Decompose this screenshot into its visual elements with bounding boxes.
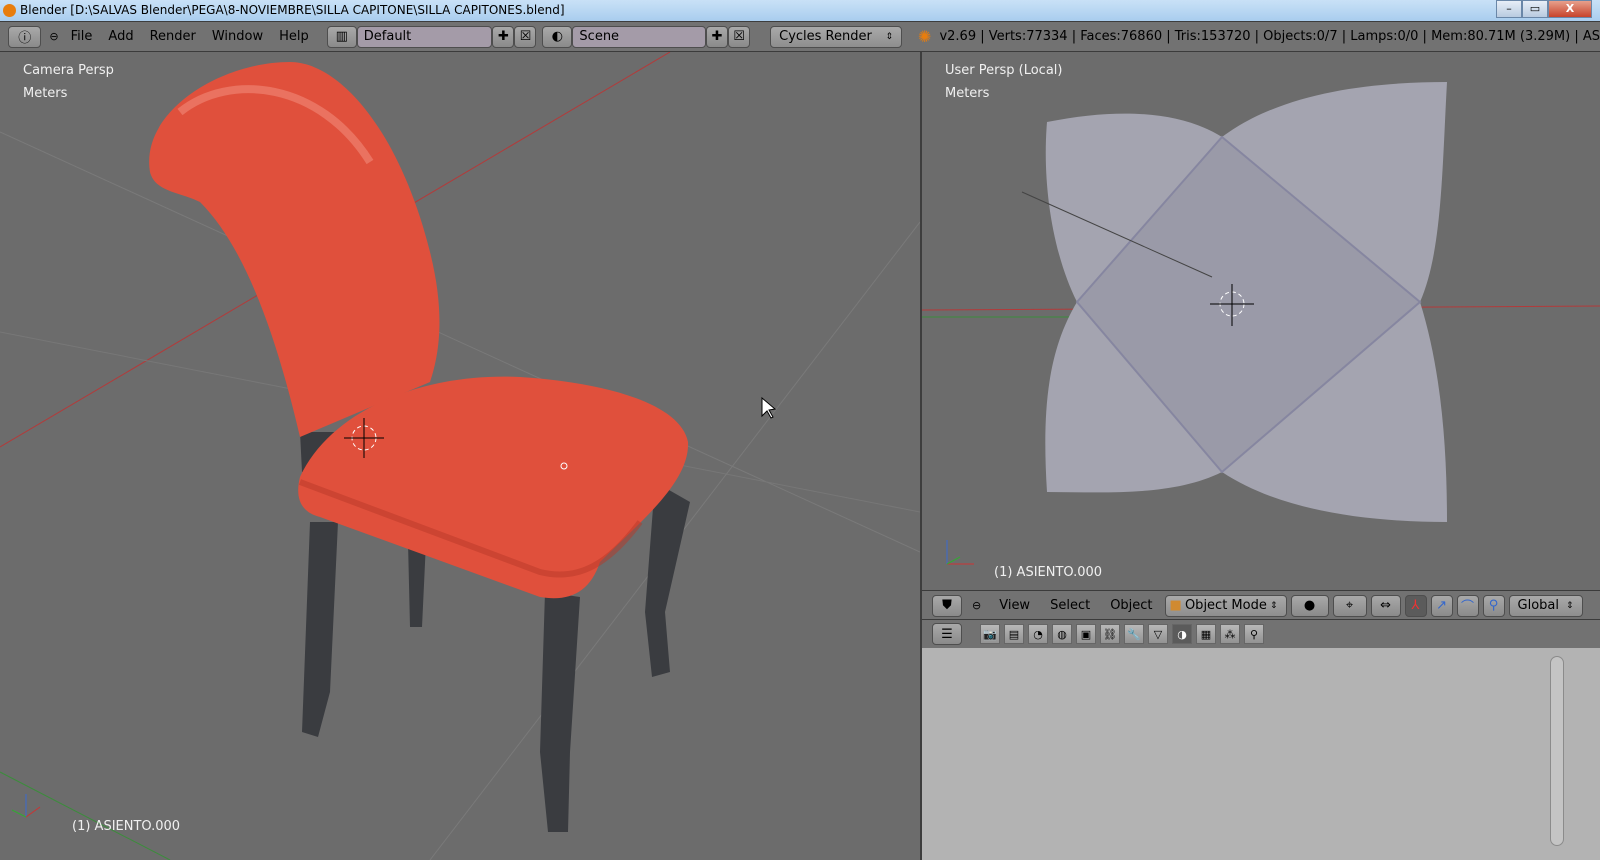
constraints-tab-icon[interactable]: ⛓ bbox=[1100, 624, 1120, 644]
mode-select[interactable]: ■ Object Mode ⇕ bbox=[1164, 594, 1287, 617]
chair-backrest bbox=[149, 62, 440, 437]
maximize-button[interactable]: ▭ bbox=[1522, 0, 1548, 18]
viewport-shading-icon[interactable]: ● bbox=[1290, 594, 1329, 617]
window-title: Blender [D:\SALVAS Blender\PEGA\8-NOVIEM… bbox=[20, 3, 565, 17]
scene-tab-icon[interactable]: ◔ bbox=[1028, 624, 1048, 644]
menu-render[interactable]: Render bbox=[142, 29, 204, 44]
modifiers-tab-icon[interactable]: 🔧 bbox=[1124, 624, 1144, 644]
editor-type-info-icon[interactable]: ⓘ bbox=[8, 25, 42, 48]
particles-tab-icon[interactable]: ⁂ bbox=[1220, 624, 1240, 644]
blender-logo-icon bbox=[3, 4, 16, 17]
scene-name: Scene bbox=[579, 29, 620, 44]
blender-logo-icon: ✺ bbox=[918, 27, 932, 46]
active-object-label: (1) ASIENTO.000 bbox=[994, 565, 1103, 580]
menu-window[interactable]: Window bbox=[204, 29, 271, 44]
translate-icon[interactable]: ↗ bbox=[1430, 594, 1453, 617]
world-tab-icon[interactable]: ◍ bbox=[1052, 624, 1072, 644]
3d-viewport-local[interactable]: User Persp (Local) Meters (1) ASIENTO.00… bbox=[922, 52, 1600, 590]
transform-orientation-select[interactable]: Global ⇕ bbox=[1508, 594, 1583, 617]
screen-layout-field[interactable]: Default bbox=[356, 25, 493, 48]
screen-layout-icon[interactable]: ▥ bbox=[326, 25, 357, 48]
title-bar: Blender [D:\SALVAS Blender\PEGA\8-NOVIEM… bbox=[0, 0, 1600, 21]
info-header: ⓘ ⊖ File Add Render Window Help ▥ Defaul… bbox=[0, 22, 1600, 52]
add-scene-icon[interactable]: ✚ bbox=[706, 25, 729, 48]
close-button[interactable]: X bbox=[1548, 0, 1592, 18]
chair-leg-back bbox=[408, 542, 426, 627]
editor-type-properties-icon[interactable]: ☰ bbox=[932, 623, 962, 645]
view-units: Meters bbox=[23, 86, 68, 101]
menu-view[interactable]: View bbox=[991, 598, 1038, 613]
scene-icon[interactable]: ◐ bbox=[542, 25, 573, 48]
axis-gizmo-icon bbox=[11, 794, 41, 818]
scene-stats: v2.69 | Verts:77334 | Faces:76860 | Tris… bbox=[939, 29, 1600, 44]
collapse-menu-icon[interactable]: ⊖ bbox=[49, 30, 58, 43]
render-engine-label: Cycles Render bbox=[779, 29, 872, 44]
pivot-point-icon[interactable]: ⌖ bbox=[1332, 594, 1367, 617]
minimize-button[interactable]: – bbox=[1496, 0, 1522, 18]
scale-icon[interactable]: ⚲ bbox=[1482, 594, 1505, 617]
translate-manipulator-icon[interactable]: ⅄ bbox=[1404, 594, 1427, 617]
scrollbar[interactable] bbox=[1550, 656, 1564, 846]
chair-scene bbox=[0, 52, 920, 860]
delete-scene-icon[interactable]: ☒ bbox=[728, 25, 751, 48]
add-screen-icon[interactable]: ✚ bbox=[492, 25, 515, 48]
manipulator-icon[interactable]: ⇔ bbox=[1370, 594, 1401, 617]
render-engine-select[interactable]: Cycles Render ⇕ bbox=[770, 25, 903, 48]
properties-panel bbox=[922, 648, 1600, 860]
mouse-cursor-icon bbox=[761, 396, 777, 419]
mode-label: Object Mode bbox=[1184, 598, 1267, 613]
scene-field[interactable]: Scene bbox=[572, 25, 707, 48]
orientation-label: Global bbox=[1517, 598, 1560, 613]
3d-viewport-camera[interactable]: Camera Persp Meters (1) ASIENTO.000 bbox=[0, 52, 920, 860]
render-tab-icon[interactable]: 📷 bbox=[980, 624, 1000, 644]
material-tab-icon[interactable]: ◑ bbox=[1172, 624, 1192, 644]
axis-gizmo-icon bbox=[946, 540, 974, 565]
view-name: Camera Persp bbox=[23, 63, 114, 78]
view-units: Meters bbox=[945, 86, 990, 101]
menu-help[interactable]: Help bbox=[271, 29, 317, 44]
menu-file[interactable]: File bbox=[63, 29, 101, 44]
screen-layout-name: Default bbox=[363, 29, 412, 44]
collapse-menu-icon[interactable]: ⊖ bbox=[972, 599, 981, 612]
texture-tab-icon[interactable]: ▦ bbox=[1196, 624, 1216, 644]
editor-type-3dview-icon[interactable]: ⛊ bbox=[932, 594, 962, 617]
cushion-scene bbox=[922, 82, 1600, 565]
object-tab-icon[interactable]: ▣ bbox=[1076, 624, 1096, 644]
data-tab-icon[interactable]: ▽ bbox=[1148, 624, 1168, 644]
menu-add[interactable]: Add bbox=[100, 29, 141, 44]
menu-select[interactable]: Select bbox=[1042, 598, 1098, 613]
chair-leg-right bbox=[645, 482, 690, 677]
chair-leg-front-left bbox=[302, 522, 338, 737]
object-cube-icon: ■ bbox=[1169, 598, 1182, 613]
view-name: User Persp (Local) bbox=[945, 63, 1063, 78]
render-layers-tab-icon[interactable]: ▤ bbox=[1004, 624, 1024, 644]
menu-object[interactable]: Object bbox=[1102, 598, 1160, 613]
active-object-label: (1) ASIENTO.000 bbox=[72, 819, 181, 834]
delete-screen-icon[interactable]: ☒ bbox=[514, 25, 537, 48]
rotate-icon[interactable]: ⌒ bbox=[1456, 594, 1479, 617]
physics-tab-icon[interactable]: ⚲ bbox=[1244, 624, 1264, 644]
3d-view-header: ⛊ ⊖ View Select Object ■ Object Mode ⇕ ● ⌖… bbox=[922, 590, 1600, 620]
chair-leg-front-right bbox=[540, 592, 580, 832]
properties-header: ☰ 📷 ▤ ◔ ◍ ▣ ⛓ 🔧 ▽ ◑ ▦ ⁂ ⚲ bbox=[922, 619, 1600, 648]
